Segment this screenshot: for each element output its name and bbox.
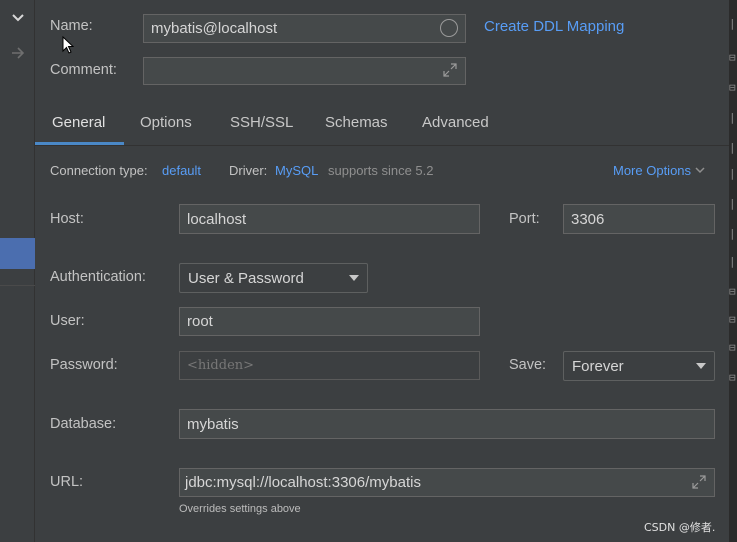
- more-options-link[interactable]: More Options: [613, 163, 705, 178]
- dropdown-arrow-icon: [696, 363, 706, 369]
- database-value: mybatis: [187, 415, 239, 433]
- more-options-label: More Options: [613, 163, 692, 178]
- gutter-mark: |: [729, 197, 736, 210]
- driver-label: Driver:: [229, 163, 268, 178]
- password-label: Password:: [50, 357, 118, 373]
- color-circle-icon[interactable]: [440, 19, 458, 37]
- gutter-mark: |: [729, 255, 736, 268]
- user-value: root: [187, 313, 213, 330]
- tab-options[interactable]: Options: [140, 114, 192, 131]
- gutter-mark: ⊟: [729, 285, 736, 298]
- user-label: User:: [50, 313, 85, 329]
- gutter-mark: |: [729, 227, 736, 240]
- chevron-down-icon[interactable]: [0, 3, 35, 33]
- gutter-mark: |: [729, 111, 736, 124]
- gutter-mark: |: [729, 167, 736, 180]
- comment-label: Comment:: [50, 62, 117, 78]
- tab-schemas[interactable]: Schemas: [325, 114, 388, 131]
- save-label: Save:: [509, 357, 547, 373]
- authentication-dropdown[interactable]: User & Password: [179, 263, 368, 293]
- right-edge-strip: | ⊟ ⊟ | | | | | | ⊟ ⊟ ⊟ ⊟: [729, 0, 737, 542]
- arrow-right-icon[interactable]: [0, 38, 35, 68]
- database-field[interactable]: mybatis: [179, 409, 715, 439]
- url-value: jdbc:mysql://localhost:3306/mybatis: [185, 474, 421, 491]
- authentication-value: User & Password: [188, 269, 304, 287]
- password-field[interactable]: <hidden>: [179, 351, 480, 380]
- connection-type-link[interactable]: default: [162, 163, 201, 178]
- user-field[interactable]: root: [179, 307, 480, 336]
- url-field[interactable]: jdbc:mysql://localhost:3306/mybatis: [179, 468, 715, 497]
- tab-general[interactable]: General: [52, 114, 105, 131]
- left-sidebar: [0, 0, 35, 542]
- sidebar-divider: [0, 285, 35, 286]
- password-placeholder: <hidden>: [187, 358, 255, 373]
- driver-link[interactable]: MySQL: [275, 163, 318, 178]
- database-label: Database:: [50, 416, 117, 432]
- gutter-mark: ⊟: [729, 313, 736, 326]
- gutter-mark: |: [729, 141, 736, 154]
- mouse-cursor-icon: [62, 35, 75, 58]
- name-label: Name:: [50, 18, 93, 34]
- authentication-label: Authentication:: [50, 269, 146, 285]
- connection-type-label: Connection type:: [50, 163, 148, 178]
- host-label: Host:: [50, 211, 84, 227]
- tab-ssh-ssl[interactable]: SSH/SSL: [230, 114, 293, 131]
- port-label: Port:: [509, 211, 540, 227]
- name-field[interactable]: mybatis@localhost: [143, 14, 466, 43]
- host-value: localhost: [187, 210, 247, 228]
- save-value: Forever: [572, 357, 624, 375]
- expand-icon[interactable]: [442, 62, 458, 82]
- host-field[interactable]: localhost: [179, 204, 480, 234]
- gutter-mark: ⊟: [729, 81, 736, 94]
- gutter-mark: |: [729, 17, 736, 30]
- chevron-down-icon: [695, 167, 705, 174]
- name-value: mybatis@localhost: [151, 20, 278, 37]
- comment-field[interactable]: [143, 57, 466, 85]
- driver-note: supports since 5.2: [328, 163, 434, 178]
- save-dropdown[interactable]: Forever: [563, 351, 715, 381]
- sidebar-selected-item[interactable]: [0, 238, 35, 269]
- expand-icon[interactable]: [691, 474, 707, 494]
- gutter-mark: ⊟: [729, 371, 736, 384]
- watermark-text: CSDN @修者.: [644, 521, 716, 534]
- url-hint: Overrides settings above: [179, 503, 301, 515]
- port-value: 3306: [571, 210, 605, 228]
- tab-advanced[interactable]: Advanced: [422, 114, 489, 131]
- gutter-mark: ⊟: [729, 51, 736, 64]
- port-field[interactable]: 3306: [563, 204, 715, 234]
- tabs-divider: [35, 145, 729, 146]
- url-label: URL:: [50, 474, 84, 490]
- dropdown-arrow-icon: [349, 275, 359, 281]
- create-ddl-mapping-link[interactable]: Create DDL Mapping: [484, 18, 624, 35]
- gutter-mark: ⊟: [729, 341, 736, 354]
